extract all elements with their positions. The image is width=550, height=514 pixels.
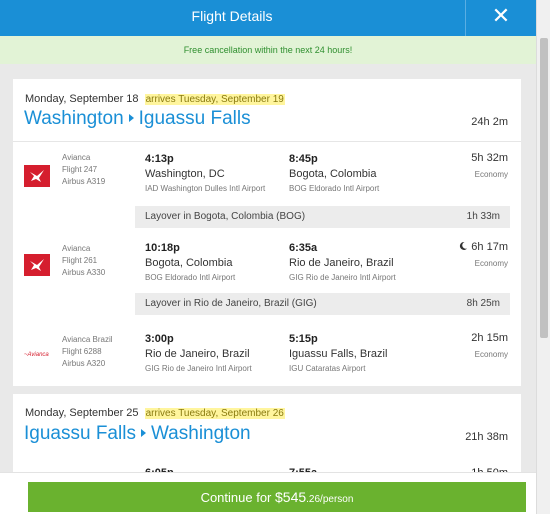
flight-number: Flight 247 [62, 165, 98, 174]
footer-bar: Continue for $545.26/person [0, 472, 536, 514]
segment-duration: 2h 15m [471, 332, 508, 344]
dialog-header: Flight Details ✕ [0, 0, 536, 36]
arrival-time: 6:35a [289, 242, 318, 254]
segment-duration: 5h 32m [471, 152, 508, 164]
arrival-time: 5:15p [289, 333, 318, 345]
aircraft-type: Airbus A330 [62, 268, 106, 277]
dialog-title: Flight Details [191, 8, 273, 24]
arrival-info: 8:45p Bogota, Colombia BOG Eldorado Intl… [289, 152, 379, 195]
airline-name: Avianca [62, 153, 91, 162]
flight-number: Flight 261 [62, 256, 98, 265]
return-date-line: Monday, September 25 arrives Tuesday, Se… [25, 407, 285, 419]
flight-segment: Avianca Flight 261 Airbus A330 10:18p Bo… [13, 241, 521, 301]
airline-name: Avianca Brazil [62, 335, 113, 344]
route-title: Iguassu Falls Washington [24, 423, 251, 445]
price: $545 [275, 489, 307, 505]
total-duration: 21h 38m [465, 431, 508, 443]
cabin-class: Economy [474, 350, 508, 359]
aircraft-type: Airbus A319 [62, 177, 106, 186]
close-button[interactable]: ✕ [465, 0, 536, 36]
destination-city: Iguassu Falls [138, 108, 251, 129]
segment-duration: 6h 17m [471, 241, 508, 253]
departure-info: 3:00p Rio de Janeiro, Brazil GIG Rio de … [145, 332, 252, 375]
avianca-logo-icon [24, 254, 50, 276]
origin-city: Washington [24, 108, 124, 129]
departure-airport: GIG Rio de Janeiro Intl Airport [145, 364, 252, 373]
origin-city: Iguassu Falls [24, 423, 136, 444]
airline-info: Avianca Flight 247 Airbus A319 [62, 152, 105, 188]
avianca-logo-icon [24, 165, 50, 187]
total-duration: 24h 2m [471, 116, 508, 128]
arrival-city: Rio de Janeiro, Brazil [289, 257, 394, 269]
departure-city: Bogota, Colombia [145, 257, 233, 269]
outbound-date-line: Monday, September 18 arrives Tuesday, Se… [25, 93, 285, 105]
layover-bar: Layover in Rio de Janeiro, Brazil (GIG) … [135, 293, 510, 315]
segment-duration-wrap: 6h 17m [458, 241, 508, 253]
route-arrow-icon [140, 428, 146, 437]
departure-date: Monday, September 25 [25, 407, 139, 419]
scrollbar[interactable] [536, 0, 550, 514]
cabin-class: Economy [474, 170, 508, 179]
outbound-trip-card: Monday, September 18 arrives Tuesday, Se… [13, 79, 521, 386]
layover-duration: 1h 33m [466, 211, 500, 222]
departure-date: Monday, September 18 [25, 93, 139, 105]
route-arrow-icon [128, 113, 134, 122]
departure-time: 4:13p [145, 153, 174, 165]
cabin-class: Economy [474, 259, 508, 268]
airline-info: Avianca Flight 261 Airbus A330 [62, 243, 105, 279]
arrival-city: Bogota, Colombia [289, 168, 377, 180]
arrival-time: 8:45p [289, 153, 318, 165]
airline-info: Avianca Brazil Flight 6288 Airbus A320 [62, 334, 113, 370]
departure-info: 4:13p Washington, DC IAD Washington Dull… [145, 152, 265, 195]
departure-city: Washington, DC [145, 168, 225, 180]
arrival-airport: BOG Eldorado Intl Airport [289, 184, 380, 193]
continue-label: Continue for [200, 490, 275, 505]
flight-number: Flight 6288 [62, 347, 102, 356]
layover-duration: 8h 25m [466, 298, 500, 309]
free-cancellation-notice: Free cancellation within the next 24 hou… [0, 36, 536, 64]
arrival-airport: GIG Rio de Janeiro Intl Airport [289, 273, 396, 282]
arrival-info: 5:15p Iguassu Falls, Brazil IGU Catarata… [289, 332, 387, 375]
arrival-city: Iguassu Falls, Brazil [289, 348, 388, 360]
destination-city: Washington [150, 423, 251, 444]
continue-button[interactable]: Continue for $545.26/person [28, 482, 526, 512]
arrival-date-badge: arrives Tuesday, September 26 [144, 408, 285, 419]
divider [13, 141, 521, 142]
layover-location: Layover in Bogota, Colombia (BOG) [145, 211, 306, 222]
aircraft-type: Airbus A320 [62, 359, 106, 368]
departure-airport: BOG Eldorado Intl Airport [145, 273, 236, 282]
layover-bar: Layover in Bogota, Colombia (BOG) 1h 33m [135, 206, 510, 228]
route-title: Washington Iguassu Falls [24, 108, 251, 130]
flight-segment: Avianca Flight 247 Airbus A319 4:13p Was… [13, 152, 521, 212]
arrival-info: 6:35a Rio de Janeiro, Brazil GIG Rio de … [289, 241, 396, 284]
layover-location: Layover in Rio de Janeiro, Brazil (GIG) [145, 298, 317, 309]
departure-info: 10:18p Bogota, Colombia BOG Eldorado Int… [145, 241, 235, 284]
departure-city: Rio de Janeiro, Brazil [145, 348, 250, 360]
overnight-moon-icon [460, 241, 468, 250]
arrival-airport: IGU Cataratas Airport [289, 364, 366, 373]
price-suffix: .26/person [306, 494, 354, 505]
arrival-date-badge: arrives Tuesday, September 19 [144, 94, 285, 105]
departure-airport: IAD Washington Dulles Intl Airport [145, 184, 266, 193]
airline-name: Avianca [62, 244, 91, 253]
scrollbar-thumb[interactable] [540, 38, 548, 338]
avianca-brazil-logo: ~Avianca [24, 352, 49, 358]
departure-time: 10:18p [145, 242, 180, 254]
departure-time: 3:00p [145, 333, 174, 345]
flight-segment: ~Avianca Avianca Brazil Flight 6288 Airb… [13, 332, 521, 392]
